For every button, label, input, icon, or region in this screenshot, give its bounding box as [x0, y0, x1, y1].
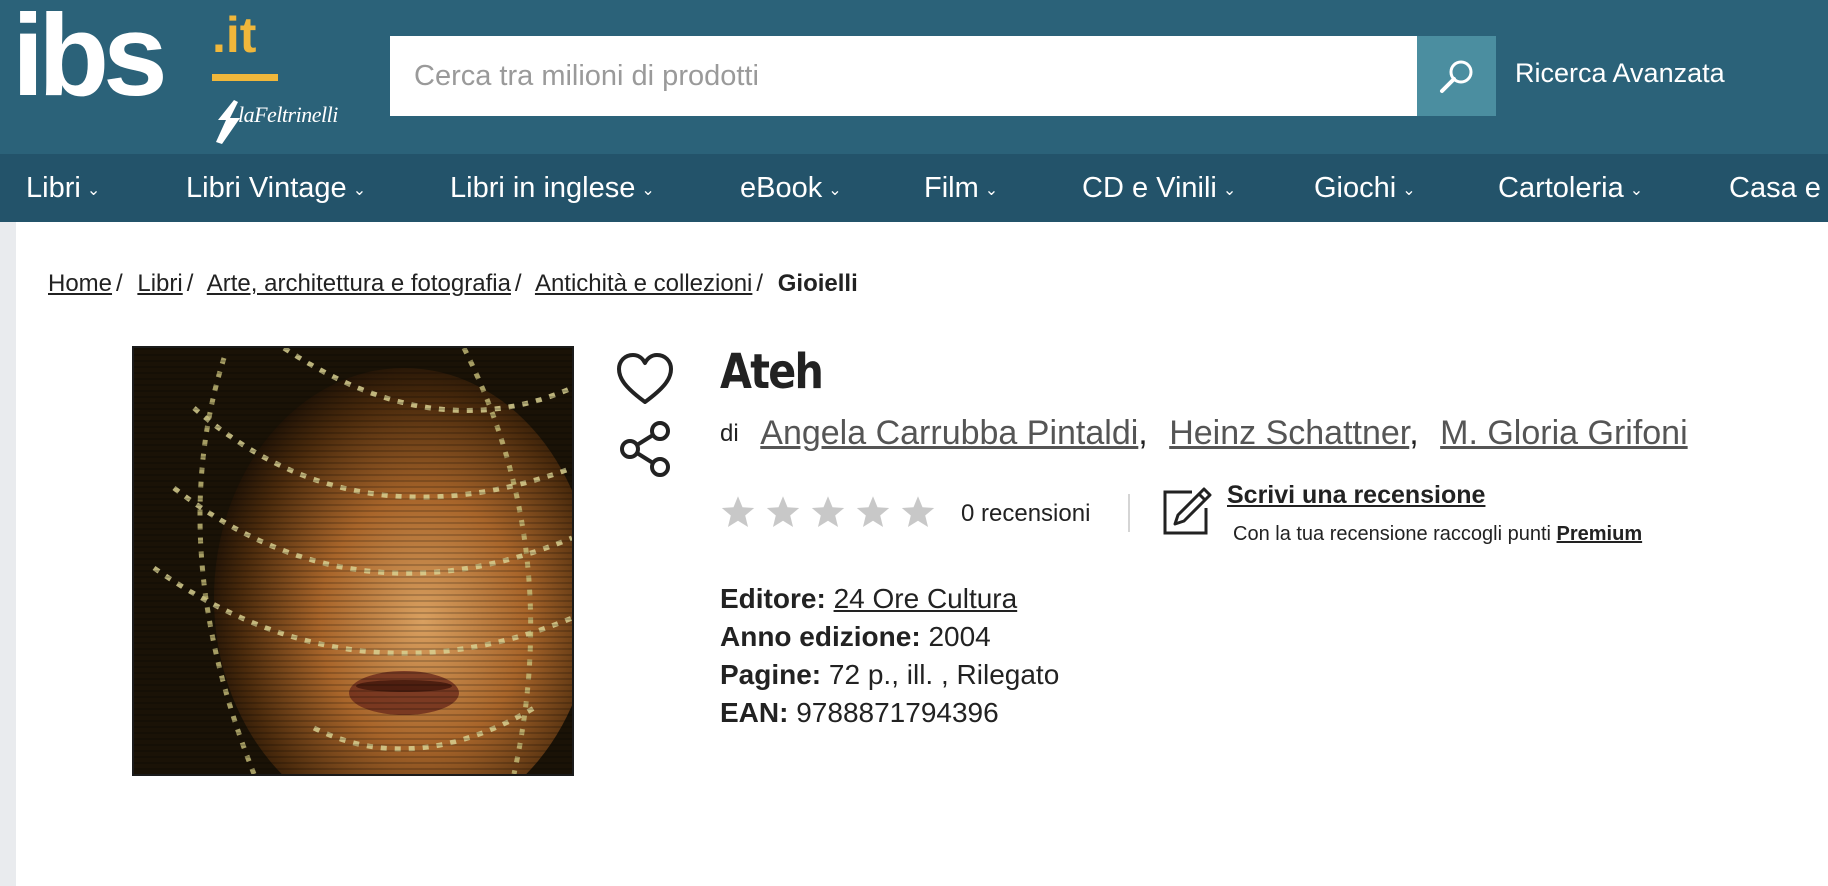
star-icon [721, 496, 755, 527]
nav-item-casa[interactable]: Casa e c [1729, 172, 1828, 205]
breadcrumb-current: Gioielli [777, 270, 858, 297]
nav-item-libri[interactable]: Libri ⌄ [26, 172, 100, 205]
search-icon [1439, 60, 1472, 93]
detail-anno: Anno edizione: 2004 [720, 618, 1059, 656]
product-authors: di Angela Carrubba Pintaldi, Heinz Schat… [720, 414, 1688, 453]
star-icon [766, 496, 800, 527]
nav-item-label: Casa e c [1729, 172, 1828, 204]
search-input[interactable] [390, 36, 1417, 116]
breadcrumb-libri[interactable]: Libri [137, 270, 182, 297]
author-link[interactable]: Angela Carrubba Pintaldi [760, 414, 1138, 452]
rating-stars [720, 494, 936, 530]
detail-label: EAN: [720, 697, 789, 728]
breadcrumb-arte[interactable]: Arte, architettura e fotografia [207, 270, 511, 297]
chevron-down-icon: ⌄ [352, 182, 367, 199]
nav-item-label: Libri Vintage [186, 172, 347, 204]
pencil-icon[interactable] [1162, 486, 1212, 536]
write-review-link[interactable]: Scrivi una recensione [1227, 481, 1485, 510]
author-link[interactable]: M. Gloria Grifoni [1440, 414, 1688, 452]
logo-main: ibs [12, 0, 168, 120]
left-gutter [0, 222, 16, 886]
search-button[interactable] [1417, 36, 1496, 116]
nav-item-label: Cartoleria [1498, 172, 1624, 204]
chevron-down-icon: ⌄ [86, 182, 101, 199]
heart-icon[interactable] [616, 352, 674, 406]
nav-item-libri-vintage[interactable]: Libri Vintage ⌄ [186, 172, 366, 205]
search-bar [390, 36, 1417, 116]
product-details: Editore: 24 Ore Cultura Anno edizione: 2… [720, 580, 1059, 732]
review-premium-note: Con la tua recensione raccogli punti Pre… [1233, 523, 1642, 546]
detail-value: 2004 [928, 621, 991, 652]
product-cover-image[interactable] [132, 346, 574, 776]
chevron-down-icon: ⌄ [1402, 182, 1416, 199]
breadcrumb-separator: / [756, 270, 764, 297]
star-icon [856, 496, 890, 527]
nav-item-cartoleria[interactable]: Cartoleria ⌄ [1498, 172, 1643, 205]
nav-item-libri-in-inglese[interactable]: Libri in inglese ⌄ [450, 172, 655, 205]
chevron-down-icon: ⌄ [1222, 182, 1237, 199]
chevron-down-icon: ⌄ [1629, 182, 1644, 199]
author-separator: , [1409, 414, 1419, 452]
nav-item-label: Libri [26, 172, 81, 204]
star-icon [901, 496, 935, 527]
breadcrumb: Home / Libri / Arte, architettura e fotogr… [48, 270, 858, 298]
logo-suffix: .it [212, 7, 257, 63]
breadcrumb-home[interactable]: Home [48, 270, 112, 297]
chevron-down-icon: ⌄ [984, 182, 999, 199]
nav-item-cd-vinili[interactable]: CD e Vinili ⌄ [1082, 172, 1236, 205]
star-icon [811, 496, 845, 527]
nav-item-label: Film [924, 172, 979, 204]
premium-link[interactable]: Premium [1557, 523, 1643, 545]
nav-item-label: CD e Vinili [1082, 172, 1217, 204]
nav-item-film[interactable]: Film ⌄ [924, 172, 998, 205]
nav-item-label: Libri in inglese [450, 172, 636, 204]
authors-prefix: di [720, 420, 739, 447]
chevron-down-icon: ⌄ [641, 182, 655, 199]
nav-item-giochi[interactable]: Giochi ⌄ [1314, 172, 1416, 205]
product-title: Ateh [720, 344, 824, 400]
detail-ean: EAN: 9788871794396 [720, 694, 1059, 732]
detail-label: Anno edizione: [720, 621, 921, 652]
nav-item-ebook[interactable]: eBook ⌄ [740, 172, 842, 205]
publisher-link[interactable]: 24 Ore Cultura [834, 583, 1018, 614]
chevron-down-icon: ⌄ [828, 182, 842, 199]
logo-sub: laFeltrinelli [238, 102, 338, 127]
detail-label: Pagine: [720, 659, 822, 690]
detail-value: 72 p., ill. , Rilegato [828, 659, 1060, 690]
breadcrumb-separator: / [514, 270, 522, 297]
detail-pagine: Pagine: 72 p., ill. , Rilegato [720, 656, 1059, 694]
detail-value: 9788871794396 [796, 697, 999, 728]
reviews-count[interactable]: 0 recensioni [961, 500, 1090, 528]
ibs-logo[interactable]: ibs .it laFeltrinelli [12, 0, 342, 146]
detail-editore: Editore: 24 Ore Cultura [720, 580, 1059, 618]
divider [1128, 494, 1130, 532]
logo-underline [212, 74, 278, 81]
main-nav: Libri ⌄ Libri Vintage ⌄ Libri in inglese ⌄ … [0, 154, 1828, 222]
review-note-text: Con la tua recensione raccogli punti [1233, 523, 1551, 545]
nav-item-label: eBook [740, 172, 823, 204]
cover-artwork [134, 348, 572, 774]
author-separator: , [1138, 414, 1148, 452]
nav-item-label: Giochi [1314, 172, 1397, 204]
breadcrumb-antichita[interactable]: Antichità e collezioni [535, 270, 752, 297]
detail-label: Editore: [720, 583, 826, 614]
advanced-search-link[interactable]: Ricerca Avanzata [1515, 58, 1725, 89]
author-link[interactable]: Heinz Schattner [1169, 414, 1409, 452]
breadcrumb-separator: / [186, 270, 194, 297]
site-header: ibs .it laFeltrinelli Ricerca Avanzata [0, 0, 1828, 154]
share-icon[interactable] [618, 420, 672, 478]
breadcrumb-separator: / [116, 270, 123, 297]
